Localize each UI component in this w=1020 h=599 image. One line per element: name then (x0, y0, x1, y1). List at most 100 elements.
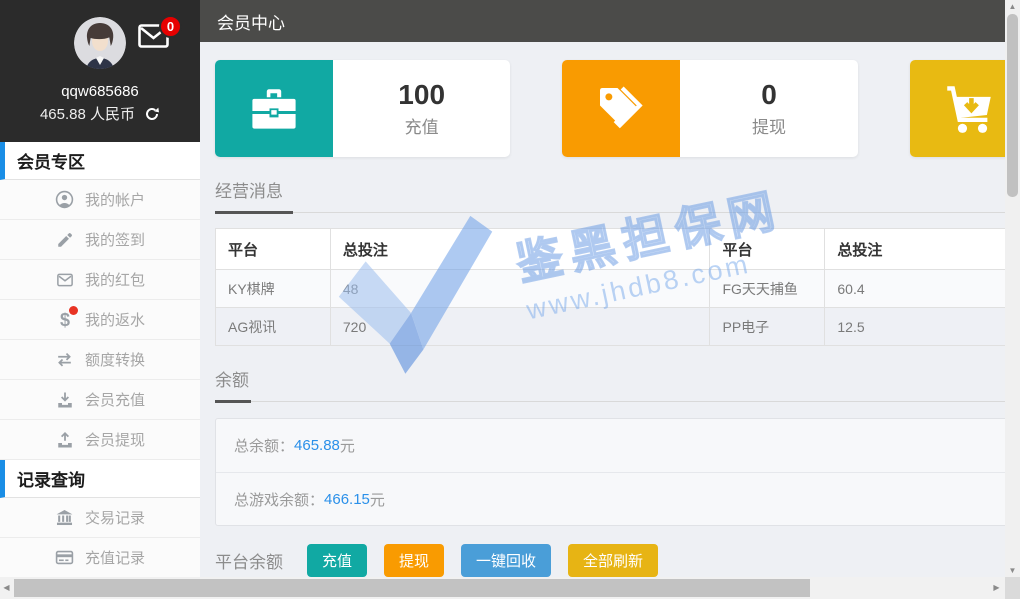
section-divider (215, 212, 1005, 213)
withdraw-button[interactable]: 提现 (384, 544, 444, 577)
col-platform: 平台 (710, 229, 825, 270)
sidebar-item-label: 我的红包 (85, 269, 145, 290)
deposit-button[interactable]: 充值 (307, 544, 367, 577)
page-title-bar: 会员中心 (200, 0, 1005, 42)
cart-icon (940, 80, 998, 138)
total-balance-value: 465.88 (294, 437, 340, 454)
sidebar-item-my-redpacket[interactable]: 我的红包 (0, 260, 200, 300)
total-game-balance-label: 总游戏余额： (234, 489, 324, 510)
envelope-icon (55, 270, 75, 290)
user-icon (55, 190, 75, 210)
scroll-down-arrow-icon[interactable]: ▼ (1005, 564, 1020, 577)
sidebar-item-label: 会员提现 (85, 429, 145, 450)
sidebar-item-my-account[interactable]: 我的帐户 (0, 180, 200, 220)
sidebar-user-panel: 0 qqw685686 465.88 人民币 (0, 0, 200, 142)
one-key-recycle-button[interactable]: 一键回收 (461, 544, 551, 577)
refresh-balance-button[interactable] (144, 106, 160, 122)
total-balance-row: 总余额：465.88元 (216, 419, 1005, 472)
platform-cell: KY棋牌 (216, 270, 331, 308)
sidebar-item-member-deposit[interactable]: 会员充值 (0, 380, 200, 420)
briefcase-icon (247, 82, 301, 136)
dollar-icon: $ (55, 310, 75, 330)
withdraw-stat-card[interactable]: 0 提现 (562, 60, 857, 157)
col-platform: 平台 (216, 229, 331, 270)
section-divider (215, 401, 1005, 402)
withdraw-count: 0 (761, 79, 777, 111)
total-balance-label: 总余额： (234, 435, 294, 456)
platform-balance-toolbar: 平台余额 充值 提现 一键回收 全部刷新 (215, 544, 1005, 577)
sidebar-section-records: 记录查询 (0, 460, 200, 498)
notification-dot (69, 306, 78, 315)
vertical-scrollbar[interactable]: ▲ ▼ (1005, 0, 1020, 577)
horizontal-scrollbar[interactable]: ◀ ▶ (0, 577, 1005, 599)
sidebar-item-label: 会员充值 (85, 389, 145, 410)
vertical-scroll-thumb[interactable] (1007, 14, 1018, 197)
col-total-bets: 总投注 (825, 229, 1005, 270)
cart-stat-card[interactable] (910, 60, 1005, 157)
section-title-balance: 余额 (215, 366, 1005, 391)
sidebar-item-transaction-records[interactable]: 交易记录 (0, 498, 200, 538)
deposit-stat-card[interactable]: 100 充值 (215, 60, 510, 157)
sidebar-item-my-rebate[interactable]: $ 我的返水 (0, 300, 200, 340)
sidebar-item-quota-transfer[interactable]: 额度转换 (0, 340, 200, 380)
mail-badge: 0 (159, 15, 182, 38)
page-title: 会员中心 (217, 9, 285, 34)
horizontal-scroll-thumb[interactable] (14, 579, 810, 597)
tags-icon (593, 81, 649, 137)
deposit-label: 充值 (405, 113, 439, 138)
table-row: AG视讯 720 PP电子 12.5 (216, 308, 1006, 346)
currency-unit: 元 (340, 435, 355, 456)
sidebar: 0 qqw685686 465.88 人民币 会员专区 我的帐户 我的签到 我 (0, 0, 200, 577)
card-icon-block (910, 60, 1005, 157)
sidebar-item-my-checkin[interactable]: 我的签到 (0, 220, 200, 260)
sidebar-item-label: 交易记录 (85, 507, 145, 528)
sidebar-item-label: 我的签到 (85, 229, 145, 250)
avatar-image (74, 17, 126, 69)
section-title-business-news: 经营消息 (215, 177, 1005, 202)
platform-cell: FG天天捕鱼 (710, 270, 825, 308)
balance-panel: 总余额：465.88元 总游戏余额：466.15元 (215, 418, 1005, 526)
bets-table: 平台 总投注 平台 总投注 KY棋牌 48 FG天天捕鱼 60.4 AG视讯 7… (215, 228, 1005, 346)
bets-cell: 720 (330, 308, 710, 346)
deposit-icon (55, 390, 75, 410)
sidebar-item-label: 我的返水 (85, 309, 145, 330)
refresh-icon (144, 106, 160, 122)
exchange-icon (55, 350, 75, 370)
stat-cards: 100 充值 0 提现 (215, 60, 1005, 157)
col-total-bets: 总投注 (330, 229, 710, 270)
main-area: 会员中心 100 充值 (200, 0, 1005, 577)
withdraw-icon (55, 430, 75, 450)
scroll-up-arrow-icon[interactable]: ▲ (1005, 0, 1020, 13)
avatar[interactable] (74, 17, 126, 69)
bets-cell: 60.4 (825, 270, 1005, 308)
sidebar-item-deposit-records[interactable]: 充值记录 (0, 538, 200, 578)
section-title-platform-balance: 平台余额 (215, 548, 283, 573)
scroll-left-arrow-icon[interactable]: ◀ (0, 577, 13, 599)
table-row: KY棋牌 48 FG天天捕鱼 60.4 (216, 270, 1006, 308)
user-balance: 465.88 人民币 (40, 103, 135, 124)
platform-cell: AG视讯 (216, 308, 331, 346)
main-content: 100 充值 0 提现 (215, 42, 1005, 577)
scroll-right-arrow-icon[interactable]: ▶ (990, 577, 1003, 599)
sidebar-item-label: 充值记录 (85, 547, 145, 568)
username: qqw685686 (0, 83, 200, 100)
total-game-balance-value: 466.15 (324, 491, 370, 508)
sidebar-item-member-withdraw[interactable]: 会员提现 (0, 420, 200, 460)
card-icon-block (562, 60, 680, 157)
sidebar-item-label: 我的帐户 (85, 189, 145, 210)
deposit-count: 100 (398, 79, 445, 111)
card-icon-block (215, 60, 333, 157)
platform-cell: PP电子 (710, 308, 825, 346)
table-header-row: 平台 总投注 平台 总投注 (216, 229, 1006, 270)
bets-cell: 12.5 (825, 308, 1005, 346)
total-game-balance-row: 总游戏余额：466.15元 (216, 472, 1005, 525)
sidebar-section-member-zone: 会员专区 (0, 142, 200, 180)
currency-unit: 元 (370, 489, 385, 510)
sidebar-item-label: 额度转换 (85, 349, 145, 370)
withdraw-label: 提现 (752, 113, 786, 138)
scrollbar-corner (1005, 577, 1020, 599)
refresh-all-button[interactable]: 全部刷新 (568, 544, 658, 577)
bank-icon (55, 508, 75, 528)
card-icon (55, 548, 75, 568)
bets-cell: 48 (330, 270, 710, 308)
